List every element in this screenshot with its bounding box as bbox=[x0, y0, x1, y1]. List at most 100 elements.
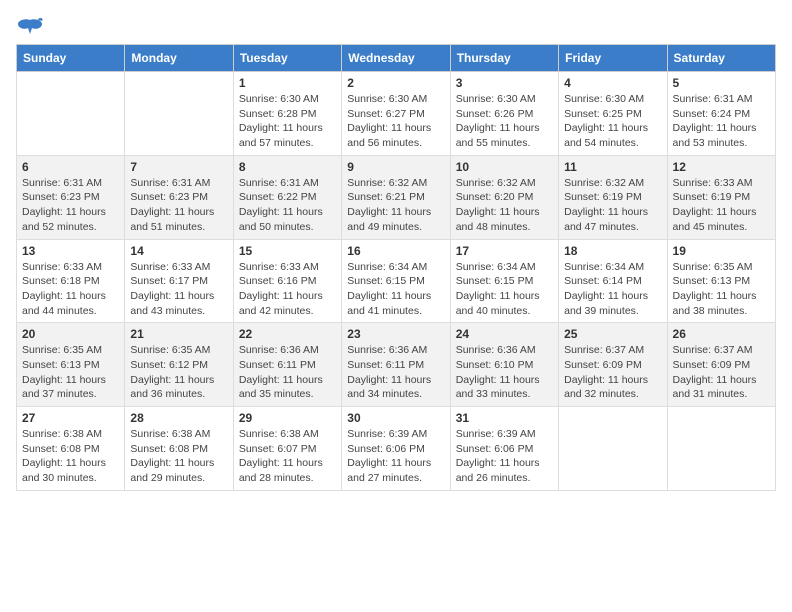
day-cell: 27 Sunrise: 6:38 AM Sunset: 6:08 PM Dayli… bbox=[17, 407, 125, 491]
week-row-5: 27 Sunrise: 6:38 AM Sunset: 6:08 PM Dayli… bbox=[17, 407, 776, 491]
day-info: Sunrise: 6:39 AM Sunset: 6:06 PM Dayligh… bbox=[456, 427, 553, 486]
day-cell: 30Sunrise: 6:39 AM Sunset: 6:06 PM Dayli… bbox=[342, 407, 450, 491]
day-cell: 31 Sunrise: 6:39 AM Sunset: 6:06 PM Dayli… bbox=[450, 407, 558, 491]
day-info: Sunrise: 6:38 AM Sunset: 6:07 PM Dayligh… bbox=[239, 427, 336, 486]
day-number: 29 bbox=[239, 411, 336, 425]
day-info: Sunrise: 6:31 AM Sunset: 6:23 PM Dayligh… bbox=[22, 176, 119, 235]
day-info: Sunrise: 6:31 AM Sunset: 6:24 PM Dayligh… bbox=[673, 92, 770, 151]
calendar-table: SundayMondayTuesdayWednesdayThursdayFrid… bbox=[16, 44, 776, 491]
day-info: Sunrise: 6:32 AM Sunset: 6:19 PM Dayligh… bbox=[564, 176, 661, 235]
day-info: Sunrise: 6:35 AM Sunset: 6:13 PM Dayligh… bbox=[673, 260, 770, 319]
day-cell: 29 Sunrise: 6:38 AM Sunset: 6:07 PM Dayli… bbox=[233, 407, 341, 491]
day-number: 27 bbox=[22, 411, 119, 425]
day-info: Sunrise: 6:33 AM Sunset: 6:19 PM Dayligh… bbox=[673, 176, 770, 235]
day-cell: 25 Sunrise: 6:37 AM Sunset: 6:09 PM Dayli… bbox=[559, 323, 667, 407]
day-info: Sunrise: 6:34 AM Sunset: 6:15 PM Dayligh… bbox=[347, 260, 444, 319]
day-info: Sunrise: 6:34 AM Sunset: 6:15 PM Dayligh… bbox=[456, 260, 553, 319]
day-cell: 20Sunrise: 6:35 AM Sunset: 6:13 PM Dayli… bbox=[17, 323, 125, 407]
day-number: 12 bbox=[673, 160, 770, 174]
day-cell: 28Sunrise: 6:38 AM Sunset: 6:08 PM Dayli… bbox=[125, 407, 233, 491]
day-number: 17 bbox=[456, 244, 553, 258]
day-cell: 17 Sunrise: 6:34 AM Sunset: 6:15 PM Dayli… bbox=[450, 239, 558, 323]
day-info: Sunrise: 6:33 AM Sunset: 6:17 PM Dayligh… bbox=[130, 260, 227, 319]
day-number: 14 bbox=[130, 244, 227, 258]
day-cell: 3 Sunrise: 6:30 AM Sunset: 6:26 PM Daylig… bbox=[450, 72, 558, 156]
day-info: Sunrise: 6:38 AM Sunset: 6:08 PM Dayligh… bbox=[22, 427, 119, 486]
day-info: Sunrise: 6:38 AM Sunset: 6:08 PM Dayligh… bbox=[130, 427, 227, 486]
day-cell: 26Sunrise: 6:37 AM Sunset: 6:09 PM Dayli… bbox=[667, 323, 775, 407]
day-cell: 6Sunrise: 6:31 AM Sunset: 6:23 PM Daylig… bbox=[17, 155, 125, 239]
day-info: Sunrise: 6:35 AM Sunset: 6:12 PM Dayligh… bbox=[130, 343, 227, 402]
day-number: 24 bbox=[456, 327, 553, 341]
day-number: 22 bbox=[239, 327, 336, 341]
day-number: 30 bbox=[347, 411, 444, 425]
day-number: 13 bbox=[22, 244, 119, 258]
day-info: Sunrise: 6:33 AM Sunset: 6:16 PM Dayligh… bbox=[239, 260, 336, 319]
day-info: Sunrise: 6:31 AM Sunset: 6:22 PM Dayligh… bbox=[239, 176, 336, 235]
calendar-header-row: SundayMondayTuesdayWednesdayThursdayFrid… bbox=[17, 45, 776, 72]
day-number: 31 bbox=[456, 411, 553, 425]
header-cell-saturday: Saturday bbox=[667, 45, 775, 72]
logo-icon bbox=[16, 16, 44, 40]
day-cell: 9 Sunrise: 6:32 AM Sunset: 6:21 PM Daylig… bbox=[342, 155, 450, 239]
day-number: 7 bbox=[130, 160, 227, 174]
week-row-4: 20Sunrise: 6:35 AM Sunset: 6:13 PM Dayli… bbox=[17, 323, 776, 407]
day-number: 25 bbox=[564, 327, 661, 341]
day-cell: 11 Sunrise: 6:32 AM Sunset: 6:19 PM Dayli… bbox=[559, 155, 667, 239]
day-cell: 19 Sunrise: 6:35 AM Sunset: 6:13 PM Dayli… bbox=[667, 239, 775, 323]
header-cell-thursday: Thursday bbox=[450, 45, 558, 72]
day-info: Sunrise: 6:30 AM Sunset: 6:25 PM Dayligh… bbox=[564, 92, 661, 151]
day-info: Sunrise: 6:37 AM Sunset: 6:09 PM Dayligh… bbox=[673, 343, 770, 402]
day-number: 4 bbox=[564, 76, 661, 90]
day-cell: 12 Sunrise: 6:33 AM Sunset: 6:19 PM Dayli… bbox=[667, 155, 775, 239]
day-info: Sunrise: 6:37 AM Sunset: 6:09 PM Dayligh… bbox=[564, 343, 661, 402]
day-number: 11 bbox=[564, 160, 661, 174]
day-cell: 16 Sunrise: 6:34 AM Sunset: 6:15 PM Dayli… bbox=[342, 239, 450, 323]
day-info: Sunrise: 6:31 AM Sunset: 6:23 PM Dayligh… bbox=[130, 176, 227, 235]
logo bbox=[16, 16, 48, 40]
week-row-2: 6Sunrise: 6:31 AM Sunset: 6:23 PM Daylig… bbox=[17, 155, 776, 239]
day-info: Sunrise: 6:33 AM Sunset: 6:18 PM Dayligh… bbox=[22, 260, 119, 319]
week-row-3: 13 Sunrise: 6:33 AM Sunset: 6:18 PM Dayli… bbox=[17, 239, 776, 323]
day-info: Sunrise: 6:30 AM Sunset: 6:26 PM Dayligh… bbox=[456, 92, 553, 151]
day-info: Sunrise: 6:30 AM Sunset: 6:27 PM Dayligh… bbox=[347, 92, 444, 151]
day-cell: 13 Sunrise: 6:33 AM Sunset: 6:18 PM Dayli… bbox=[17, 239, 125, 323]
day-cell: 10 Sunrise: 6:32 AM Sunset: 6:20 PM Dayli… bbox=[450, 155, 558, 239]
day-cell: 8 Sunrise: 6:31 AM Sunset: 6:22 PM Daylig… bbox=[233, 155, 341, 239]
day-info: Sunrise: 6:36 AM Sunset: 6:11 PM Dayligh… bbox=[239, 343, 336, 402]
day-number: 5 bbox=[673, 76, 770, 90]
day-cell: 4 Sunrise: 6:30 AM Sunset: 6:25 PM Daylig… bbox=[559, 72, 667, 156]
day-cell bbox=[17, 72, 125, 156]
day-number: 16 bbox=[347, 244, 444, 258]
day-cell bbox=[125, 72, 233, 156]
week-row-1: 1Sunrise: 6:30 AM Sunset: 6:28 PM Daylig… bbox=[17, 72, 776, 156]
day-number: 8 bbox=[239, 160, 336, 174]
day-cell: 7 Sunrise: 6:31 AM Sunset: 6:23 PM Daylig… bbox=[125, 155, 233, 239]
header-cell-monday: Monday bbox=[125, 45, 233, 72]
day-number: 18 bbox=[564, 244, 661, 258]
page-header bbox=[16, 16, 776, 40]
header-cell-sunday: Sunday bbox=[17, 45, 125, 72]
day-number: 3 bbox=[456, 76, 553, 90]
day-number: 10 bbox=[456, 160, 553, 174]
day-cell: 24 Sunrise: 6:36 AM Sunset: 6:10 PM Dayli… bbox=[450, 323, 558, 407]
day-cell: 23Sunrise: 6:36 AM Sunset: 6:11 PM Dayli… bbox=[342, 323, 450, 407]
day-info: Sunrise: 6:30 AM Sunset: 6:28 PM Dayligh… bbox=[239, 92, 336, 151]
header-cell-tuesday: Tuesday bbox=[233, 45, 341, 72]
day-number: 15 bbox=[239, 244, 336, 258]
day-cell: 18Sunrise: 6:34 AM Sunset: 6:14 PM Dayli… bbox=[559, 239, 667, 323]
day-cell: 14 Sunrise: 6:33 AM Sunset: 6:17 PM Dayli… bbox=[125, 239, 233, 323]
day-cell bbox=[559, 407, 667, 491]
day-cell: 15 Sunrise: 6:33 AM Sunset: 6:16 PM Dayli… bbox=[233, 239, 341, 323]
day-cell: 2Sunrise: 6:30 AM Sunset: 6:27 PM Daylig… bbox=[342, 72, 450, 156]
day-number: 9 bbox=[347, 160, 444, 174]
day-number: 21 bbox=[130, 327, 227, 341]
day-info: Sunrise: 6:36 AM Sunset: 6:10 PM Dayligh… bbox=[456, 343, 553, 402]
day-number: 19 bbox=[673, 244, 770, 258]
day-cell: 1Sunrise: 6:30 AM Sunset: 6:28 PM Daylig… bbox=[233, 72, 341, 156]
day-info: Sunrise: 6:32 AM Sunset: 6:20 PM Dayligh… bbox=[456, 176, 553, 235]
day-cell: 21 Sunrise: 6:35 AM Sunset: 6:12 PM Dayli… bbox=[125, 323, 233, 407]
day-info: Sunrise: 6:35 AM Sunset: 6:13 PM Dayligh… bbox=[22, 343, 119, 402]
day-info: Sunrise: 6:32 AM Sunset: 6:21 PM Dayligh… bbox=[347, 176, 444, 235]
header-cell-wednesday: Wednesday bbox=[342, 45, 450, 72]
